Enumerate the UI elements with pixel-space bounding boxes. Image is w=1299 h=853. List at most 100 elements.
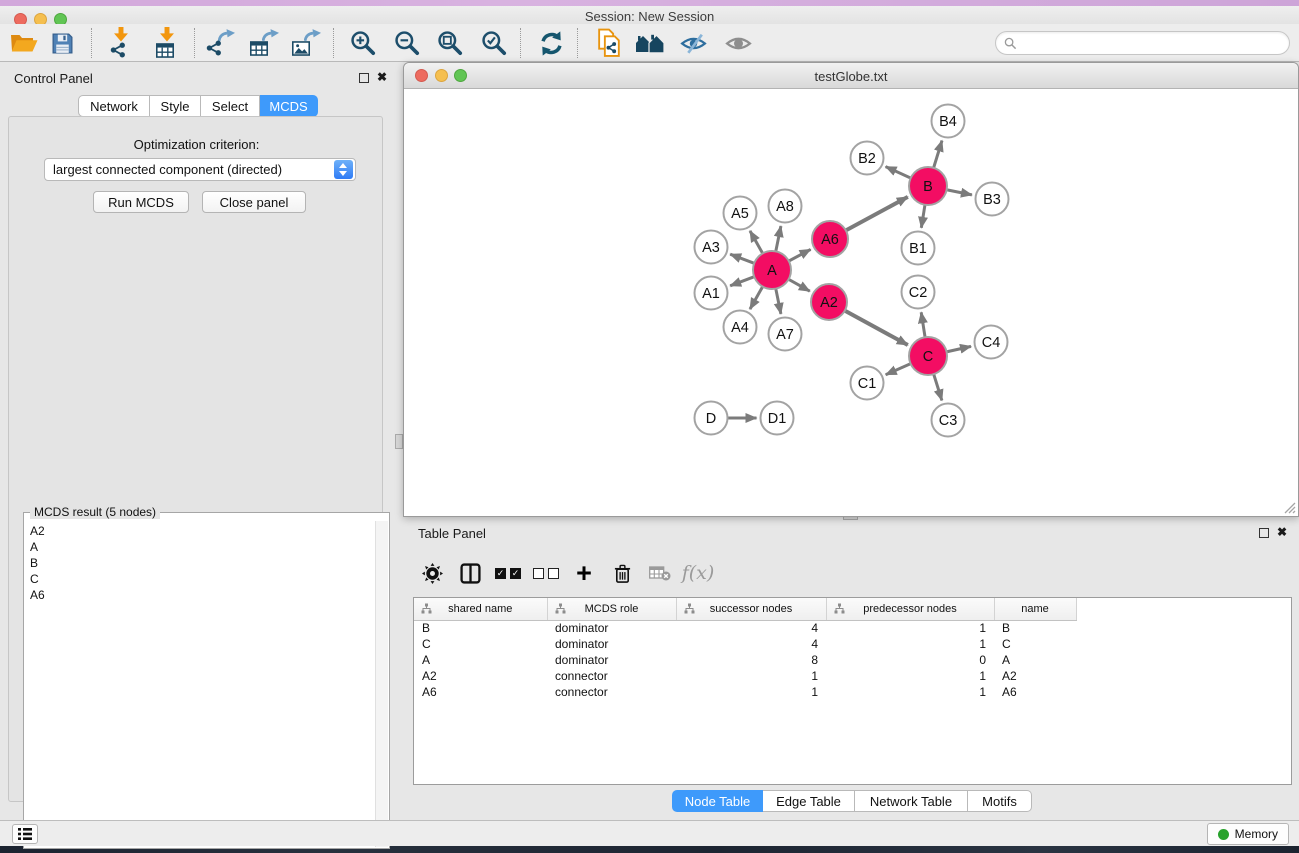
select-all-columns-icon[interactable]: ✓✓ — [489, 556, 527, 590]
table-cell[interactable]: dominator — [547, 636, 676, 652]
result-item[interactable]: A — [30, 539, 375, 555]
table-cell[interactable]: 4 — [676, 620, 826, 636]
duplicate-network-icon[interactable] — [592, 26, 626, 60]
zoom-fit-icon[interactable] — [433, 26, 467, 60]
graph-node-B1[interactable]: B1 — [902, 232, 935, 265]
tab-motifs[interactable]: Motifs — [968, 790, 1032, 812]
tab-select[interactable]: Select — [201, 95, 260, 117]
table-row[interactable]: Adominator80A — [414, 652, 1291, 668]
zoom-out-icon[interactable] — [390, 26, 424, 60]
delete-columns-trash-icon[interactable] — [603, 556, 641, 590]
graph-node-A[interactable]: A — [753, 251, 791, 289]
table-cell[interactable]: connector — [547, 684, 676, 700]
result-item[interactable]: B — [30, 555, 375, 571]
table-cell[interactable]: 1 — [826, 620, 994, 636]
run-mcds-button[interactable]: Run MCDS — [93, 191, 189, 213]
graph-node-A7[interactable]: A7 — [769, 318, 802, 351]
show-details-eye-icon[interactable] — [721, 26, 755, 60]
table-cell[interactable]: 0 — [826, 652, 994, 668]
graph-node-A3[interactable]: A3 — [695, 231, 728, 264]
export-table-icon[interactable] — [247, 26, 281, 60]
result-scrollbar[interactable] — [375, 521, 388, 847]
column-visibility-icon[interactable] — [451, 556, 489, 590]
graph-node-A5[interactable]: A5 — [724, 197, 757, 230]
graph-node-A6[interactable]: A6 — [812, 221, 848, 257]
table-cell[interactable]: A6 — [414, 684, 547, 700]
close-panel-button[interactable]: Close panel — [202, 191, 306, 213]
table-cell[interactable]: A — [414, 652, 547, 668]
column-header-mcds-role[interactable]: MCDS role — [547, 598, 676, 620]
settings-gear-icon[interactable] — [413, 556, 451, 590]
unselect-all-columns-icon[interactable] — [527, 556, 565, 590]
table-cell[interactable]: 1 — [676, 684, 826, 700]
graph-node-C1[interactable]: C1 — [851, 367, 884, 400]
graph-node-A8[interactable]: A8 — [769, 190, 802, 223]
graph-node-A4[interactable]: A4 — [724, 311, 757, 344]
table-cell[interactable]: C — [414, 636, 547, 652]
table-cell[interactable]: 1 — [826, 668, 994, 684]
graph-node-C2[interactable]: C2 — [902, 276, 935, 309]
import-network-icon[interactable] — [105, 26, 139, 60]
tab-network[interactable]: Network — [78, 95, 150, 117]
tab-node-table[interactable]: Node Table — [672, 790, 763, 812]
zoom-in-icon[interactable] — [346, 26, 380, 60]
close-panel-icon[interactable]: ✖ — [377, 70, 387, 84]
table-cell[interactable]: connector — [547, 668, 676, 684]
search-input[interactable] — [1022, 36, 1289, 50]
float-panel-icon[interactable] — [359, 73, 369, 83]
import-table-icon[interactable] — [150, 26, 184, 60]
table-cell[interactable]: A2 — [994, 668, 1076, 684]
function-builder-icon[interactable]: f(x) — [679, 556, 717, 590]
tab-network-table[interactable]: Network Table — [855, 790, 968, 812]
hide-details-eye-slash-icon[interactable] — [676, 26, 710, 60]
graph-node-B2[interactable]: B2 — [851, 142, 884, 175]
delete-table-icon[interactable] — [641, 556, 679, 590]
result-item[interactable]: A6 — [30, 587, 375, 603]
save-session-icon[interactable] — [45, 26, 79, 60]
table-row[interactable]: A6connector11A6 — [414, 684, 1291, 700]
table-row[interactable]: Cdominator41C — [414, 636, 1291, 652]
table-cell[interactable]: A2 — [414, 668, 547, 684]
column-header-name[interactable]: name — [994, 598, 1076, 620]
column-header-predecessor-nodes[interactable]: predecessor nodes — [826, 598, 994, 620]
table-cell[interactable]: dominator — [547, 652, 676, 668]
export-network-icon[interactable] — [203, 26, 237, 60]
refresh-layout-icon[interactable] — [534, 26, 568, 60]
result-item[interactable]: C — [30, 571, 375, 587]
tab-mcds[interactable]: MCDS — [260, 95, 318, 117]
memory-button[interactable]: Memory — [1207, 823, 1289, 845]
tab-edge-table[interactable]: Edge Table — [763, 790, 855, 812]
graph-node-B[interactable]: B — [909, 167, 947, 205]
column-header-shared-name[interactable]: shared name — [414, 598, 547, 620]
graph-node-C4[interactable]: C4 — [975, 326, 1008, 359]
table-cell[interactable]: C — [994, 636, 1076, 652]
result-item[interactable]: A2 — [30, 523, 375, 539]
table-cell[interactable]: 1 — [826, 684, 994, 700]
table-cell[interactable]: dominator — [547, 620, 676, 636]
table-cell[interactable]: A — [994, 652, 1076, 668]
table-cell[interactable]: B — [994, 620, 1076, 636]
criterion-select[interactable]: largest connected component (directed) — [44, 158, 356, 181]
graph-node-C[interactable]: C — [909, 337, 947, 375]
table-cell[interactable]: 1 — [676, 668, 826, 684]
table-row[interactable]: Bdominator41B — [414, 620, 1291, 636]
column-header-successor-nodes[interactable]: successor nodes — [676, 598, 826, 620]
search-field[interactable] — [995, 31, 1290, 55]
table-cell[interactable]: 8 — [676, 652, 826, 668]
graph-node-D[interactable]: D — [695, 402, 728, 435]
export-image-icon[interactable] — [289, 26, 323, 60]
graph-node-B3[interactable]: B3 — [976, 183, 1009, 216]
tab-style[interactable]: Style — [150, 95, 201, 117]
graph-node-C3[interactable]: C3 — [932, 404, 965, 437]
zoom-selected-icon[interactable] — [477, 26, 511, 60]
graph-node-A2[interactable]: A2 — [811, 284, 847, 320]
table-cell[interactable]: 4 — [676, 636, 826, 652]
table-cell[interactable]: 1 — [826, 636, 994, 652]
first-neighbors-houses-icon[interactable] — [633, 26, 667, 60]
network-canvas[interactable]: B4B2BB3A8A5A6A3B1AC2A1A2A4A7C4CC1DD1C3 — [404, 89, 1298, 516]
close-panel-icon[interactable]: ✖ — [1277, 525, 1287, 539]
vertical-splitter-handle[interactable] — [395, 434, 403, 449]
graph-node-B4[interactable]: B4 — [932, 105, 965, 138]
open-session-icon[interactable] — [7, 26, 41, 60]
task-history-button[interactable] — [12, 824, 38, 844]
